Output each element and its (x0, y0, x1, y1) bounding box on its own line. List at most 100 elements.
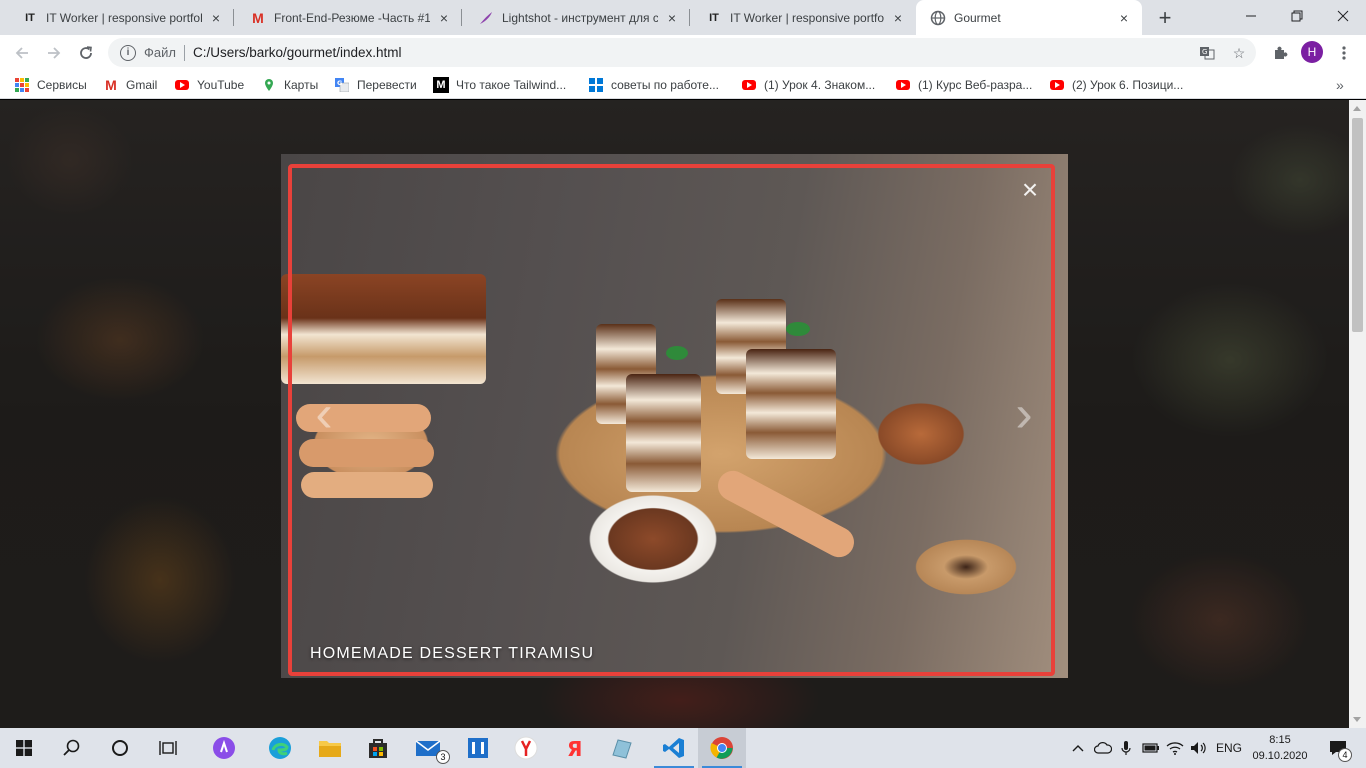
microphone-icon[interactable] (1116, 728, 1136, 768)
bookmark-tips[interactable]: советы по работе... (588, 76, 719, 94)
mail-icon[interactable]: 3 (404, 728, 452, 768)
start-windows-icon[interactable] (0, 728, 48, 768)
windows-icon (588, 77, 604, 93)
tab-close-icon[interactable]: × (890, 10, 906, 26)
notifications-icon[interactable]: 4 (1318, 728, 1358, 768)
medium-icon: M (433, 77, 449, 93)
address-bar[interactable]: i Файл C:/Users/barko/gourmet/index.html… (108, 38, 1256, 67)
address-scheme-label: Файл (144, 45, 176, 60)
bookmark-label: (1) Урок 4. Знаком... (764, 78, 876, 92)
alice-assistant-icon[interactable] (200, 728, 248, 768)
svg-text:G: G (337, 79, 342, 87)
frame-app-icon[interactable] (454, 728, 502, 768)
gmail-favicon-icon: M (252, 9, 264, 26)
bookmark-label: советы по работе... (611, 78, 719, 92)
lightbox-close-icon[interactable]: × (1018, 176, 1042, 204)
chrome-icon[interactable] (698, 728, 746, 768)
gmail-icon: M (105, 77, 117, 93)
tab-close-icon[interactable]: × (664, 10, 680, 26)
browser-tab[interactable]: Lightshot - инструмент для со × (464, 0, 690, 35)
translate-icon: G (334, 77, 350, 93)
battery-icon[interactable] (1140, 728, 1162, 768)
lightbox-next-arrow-icon[interactable]: › (1009, 388, 1039, 442)
taskbar-clock[interactable]: 8:15 09.10.2020 (1250, 732, 1310, 764)
svg-text:G: G (1202, 48, 1207, 56)
bookmark-label: (2) Урок 6. Позици... (1072, 78, 1184, 92)
clock-time: 8:15 (1269, 734, 1291, 746)
bookmark-label: Что такое Tailwind... (456, 78, 567, 92)
tab-close-icon[interactable]: × (1116, 10, 1132, 26)
lightbox-highlight-frame (288, 164, 1055, 676)
store-bag-icon[interactable] (354, 728, 402, 768)
youtube-icon (174, 77, 190, 93)
translate-page-icon[interactable]: G (1198, 44, 1216, 62)
yandex-search-icon[interactable]: Я (550, 728, 598, 768)
onedrive-cloud-icon[interactable] (1092, 728, 1114, 768)
profile-avatar[interactable]: H (1301, 41, 1323, 63)
bookmark-youtube[interactable]: YouTube (174, 76, 244, 94)
bookmarks-overflow-chevron-icon[interactable]: » (1336, 76, 1344, 94)
tab-title: IT Worker | responsive portfolio (46, 10, 202, 25)
bookmark-label: Сервисы (37, 78, 87, 92)
edge-browser-icon[interactable] (256, 728, 304, 768)
forward-arrow-icon[interactable] (40, 39, 68, 67)
task-view-icon[interactable] (144, 728, 192, 768)
back-arrow-icon[interactable] (8, 39, 36, 67)
lightbox-prev-arrow-icon[interactable]: ‹ (309, 388, 339, 442)
menu-kebab-icon[interactable] (1330, 39, 1358, 67)
minimize-button[interactable] (1228, 0, 1274, 32)
address-url[interactable]: C:/Users/barko/gourmet/index.html (193, 45, 402, 60)
glass-app-icon[interactable] (598, 728, 646, 768)
bookmark-gmail[interactable]: M Gmail (103, 76, 157, 94)
browser-tab-active[interactable]: Gourmet × (916, 0, 1142, 35)
yandex-browser-icon[interactable] (502, 728, 550, 768)
globe-icon (930, 10, 946, 26)
extensions-puzzle-icon[interactable] (1266, 39, 1294, 67)
tab-strip: IT IT Worker | responsive portfolio × M … (0, 0, 1366, 35)
tab-close-icon[interactable]: × (436, 10, 452, 26)
cortana-circle-icon[interactable] (96, 728, 144, 768)
language-indicator[interactable]: ENG (1212, 728, 1246, 768)
apps-grid-icon (14, 77, 30, 93)
new-tab-button[interactable]: + (1152, 5, 1178, 31)
page-scrollbar[interactable] (1349, 100, 1366, 728)
youtube-icon (741, 77, 757, 93)
bookmark-tailwind[interactable]: M Что такое Tailwind... (433, 76, 566, 94)
scroll-down-arrow-icon[interactable] (1353, 717, 1361, 722)
wifi-icon[interactable] (1164, 728, 1186, 768)
browser-tab[interactable]: IT IT Worker | responsive portfolio × (8, 0, 234, 35)
itworker-favicon-icon: IT (25, 11, 35, 24)
tab-title: Lightshot - инструмент для со (502, 10, 658, 25)
tab-close-icon[interactable]: × (208, 10, 224, 26)
volume-icon[interactable] (1188, 728, 1210, 768)
site-info-icon[interactable]: i (120, 44, 136, 61)
tab-title: Gourmet (954, 10, 1001, 25)
tab-title: IT Worker | responsive portfolio (730, 10, 884, 25)
bookmark-lesson4[interactable]: (1) Урок 4. Знаком... (741, 76, 875, 94)
bookmark-label: Перевести (357, 78, 417, 92)
lightshot-feather-icon (478, 10, 494, 26)
reload-icon[interactable] (72, 39, 100, 67)
browser-tab[interactable]: M Front-End-Резюме -Часть #1 - × (236, 0, 462, 35)
scroll-up-arrow-icon[interactable] (1353, 106, 1361, 111)
youtube-icon (1049, 77, 1065, 93)
bookmark-label: Gmail (126, 78, 158, 92)
bookmarks-bar: Сервисы M Gmail YouTube Карты G Перевест… (0, 70, 1366, 99)
bookmark-label: Карты (284, 78, 319, 92)
bookmark-maps[interactable]: Карты (261, 76, 318, 94)
bookmark-services[interactable]: Сервисы (14, 76, 87, 94)
bookmark-translate[interactable]: G Перевести (334, 76, 417, 94)
file-explorer-icon[interactable] (306, 728, 354, 768)
vscode-icon[interactable] (650, 728, 698, 768)
restore-button[interactable] (1274, 0, 1320, 32)
browser-tab[interactable]: IT IT Worker | responsive portfolio × (692, 0, 916, 35)
bookmark-webdev-course[interactable]: (1) Курс Веб-разра... (895, 76, 1032, 94)
bookmark-star-icon[interactable]: ☆ (1230, 44, 1248, 62)
tray-overflow-chevron-icon[interactable] (1068, 728, 1088, 768)
bookmark-lesson6[interactable]: (2) Урок 6. Позици... (1049, 76, 1183, 94)
search-icon[interactable] (48, 728, 96, 768)
lightbox: × ‹ › HOMEMADE DESSERT TIRAMISU (281, 154, 1068, 678)
close-window-button[interactable] (1320, 0, 1366, 32)
scroll-thumb[interactable] (1352, 118, 1363, 332)
youtube-icon (895, 77, 911, 93)
